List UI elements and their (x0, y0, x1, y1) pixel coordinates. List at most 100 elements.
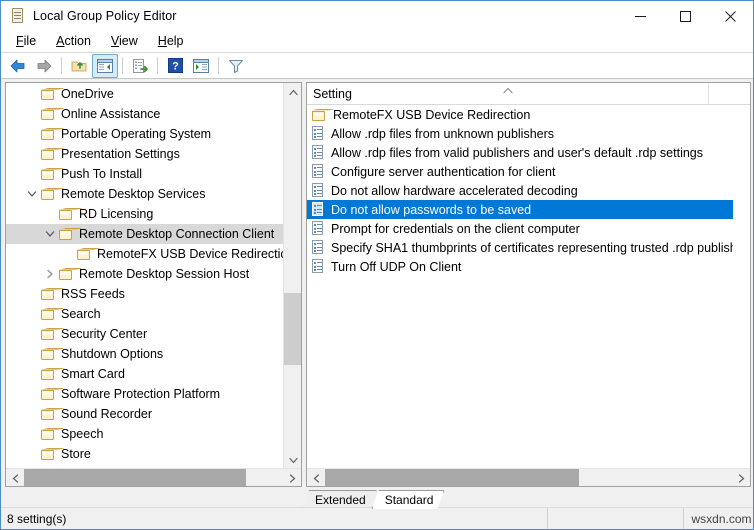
status-bar: 8 setting(s) wsxdn.com (1, 507, 753, 529)
tree-twisty-placeholder (60, 246, 76, 262)
tree-item[interactable]: Remote Desktop Session Host (6, 264, 283, 284)
tree-item[interactable]: Sound Recorder (6, 404, 283, 424)
tree-item[interactable]: Remote Desktop Connection Client (6, 224, 283, 244)
list-item[interactable]: RemoteFX USB Device Redirection (307, 105, 733, 124)
menu-action-label: ction (65, 34, 91, 48)
settings-list[interactable]: RemoteFX USB Device Redirection Allow .rd… (307, 105, 733, 469)
tree-twisty-placeholder (24, 386, 40, 402)
scroll-down-arrow-icon[interactable] (284, 451, 302, 469)
close-button[interactable] (708, 1, 753, 31)
tree-item[interactable]: Remote Desktop Services (6, 184, 283, 204)
tree-item[interactable]: Portable Operating System (6, 124, 283, 144)
filter-icon[interactable] (223, 54, 249, 78)
console-tree[interactable]: OneDrive Online Assistance Portable Operat… (6, 83, 283, 469)
list-item[interactable]: Do not allow hardware accelerated decodi… (307, 181, 733, 200)
help-icon[interactable]: ? (162, 54, 188, 78)
folder-icon (40, 327, 56, 341)
tree-vertical-scrollbar[interactable] (283, 83, 301, 469)
folder-icon (58, 267, 74, 281)
tree-item-label: Online Assistance (61, 107, 160, 121)
tree-item[interactable]: RD Licensing (6, 204, 283, 224)
tree-item[interactable]: OneDrive (6, 84, 283, 104)
folder-icon (311, 108, 327, 122)
list-item[interactable]: Allow .rdp files from valid publishers a… (307, 143, 733, 162)
up-one-level-icon[interactable] (66, 54, 92, 78)
folder-icon (40, 187, 56, 201)
list-item[interactable]: Prompt for credentials on the client com… (307, 219, 733, 238)
back-icon[interactable] (5, 54, 31, 78)
folder-icon (76, 247, 92, 261)
tree-item[interactable]: Shutdown Options (6, 344, 283, 364)
policy-setting-icon (311, 221, 325, 236)
chevron-down-icon[interactable] (42, 226, 58, 242)
tree-twisty-placeholder (24, 366, 40, 382)
tree-item[interactable]: Online Assistance (6, 104, 283, 124)
tree-item[interactable]: Security Center (6, 324, 283, 344)
list-item-label: RemoteFX USB Device Redirection (333, 108, 530, 122)
list-item[interactable]: Allow .rdp files from unknown publishers (307, 124, 733, 143)
tree-item[interactable]: Presentation Settings (6, 144, 283, 164)
list-item-label: Prompt for credentials on the client com… (331, 222, 580, 236)
window-title: Local Group Policy Editor (33, 9, 177, 23)
tree-hscroll-thumb[interactable] (24, 469, 246, 487)
list-horizontal-scrollbar[interactable] (307, 468, 750, 486)
list-item-label: Do not allow hardware accelerated decodi… (331, 184, 578, 198)
list-scroll-left-arrow-icon[interactable] (307, 469, 325, 487)
tree-horizontal-scrollbar[interactable] (6, 468, 301, 486)
chevron-right-icon[interactable] (42, 266, 58, 282)
list-item[interactable]: Configure server authentication for clie… (307, 162, 733, 181)
scroll-up-arrow-icon[interactable] (284, 83, 302, 101)
tree-item-label: Speech (61, 427, 103, 441)
maximize-button[interactable] (663, 1, 708, 31)
menu-help-label: elp (167, 34, 184, 48)
show-hide-action-pane-icon[interactable] (188, 54, 214, 78)
tree-item[interactable]: Speech (6, 424, 283, 444)
tree-scroll-thumb[interactable] (284, 293, 302, 365)
menu-file[interactable]: File (7, 32, 45, 51)
menu-action[interactable]: Action (47, 32, 100, 51)
tree-item[interactable]: Search (6, 304, 283, 324)
list-item[interactable]: Turn Off UDP On Client (307, 257, 733, 276)
tree-twisty-placeholder (24, 166, 40, 182)
export-list-icon[interactable] (127, 54, 153, 78)
tree-item[interactable]: RSS Feeds (6, 284, 283, 304)
tree-twisty-placeholder (24, 426, 40, 442)
tab-label: Extended (315, 493, 366, 507)
column-header-setting[interactable]: Setting (307, 83, 709, 105)
tree-item[interactable]: Store (6, 444, 283, 464)
scroll-right-arrow-icon[interactable] (283, 469, 301, 487)
list-scroll-right-arrow-icon[interactable] (732, 469, 750, 487)
scroll-left-arrow-icon[interactable] (6, 469, 24, 487)
tab-standard[interactable]: Standard (372, 490, 445, 509)
show-hide-console-tree-icon[interactable] (92, 54, 118, 78)
tree-item-label: Security Center (61, 327, 147, 341)
folder-icon (40, 427, 56, 441)
tree-twisty-placeholder (24, 146, 40, 162)
chevron-down-icon[interactable] (24, 186, 40, 202)
minimize-button[interactable] (618, 1, 663, 31)
list-item-label: Turn Off UDP On Client (331, 260, 461, 274)
toolbar-separator-2 (122, 57, 123, 74)
list-item[interactable]: Do not allow passwords to be saved (307, 200, 733, 219)
tree-item-label: Search (61, 307, 101, 321)
tree-twisty-placeholder (24, 326, 40, 342)
folder-icon (40, 367, 56, 381)
menu-help[interactable]: Help (149, 32, 193, 51)
tree-item[interactable]: Push To Install (6, 164, 283, 184)
view-tabs[interactable]: Extended Standard (302, 487, 751, 509)
menu-action-accesskey: A (56, 34, 64, 48)
menu-bar: File Action View Help (1, 31, 753, 53)
tree-twisty-placeholder (24, 126, 40, 142)
tree-item[interactable]: RemoteFX USB Device Redirection (6, 244, 283, 264)
menu-view[interactable]: View (102, 32, 147, 51)
list-item[interactable]: Specify SHA1 thumbprints of certificates… (307, 238, 733, 257)
list-hscroll-thumb[interactable] (325, 469, 579, 487)
folder-icon (40, 127, 56, 141)
list-item-label: Configure server authentication for clie… (331, 165, 555, 179)
policy-setting-icon (311, 259, 325, 274)
tree-item[interactable]: Software Protection Platform (6, 384, 283, 404)
forward-icon[interactable] (31, 54, 57, 78)
folder-icon (40, 287, 56, 301)
tree-item[interactable]: Smart Card (6, 364, 283, 384)
status-middle-cell (548, 508, 683, 530)
